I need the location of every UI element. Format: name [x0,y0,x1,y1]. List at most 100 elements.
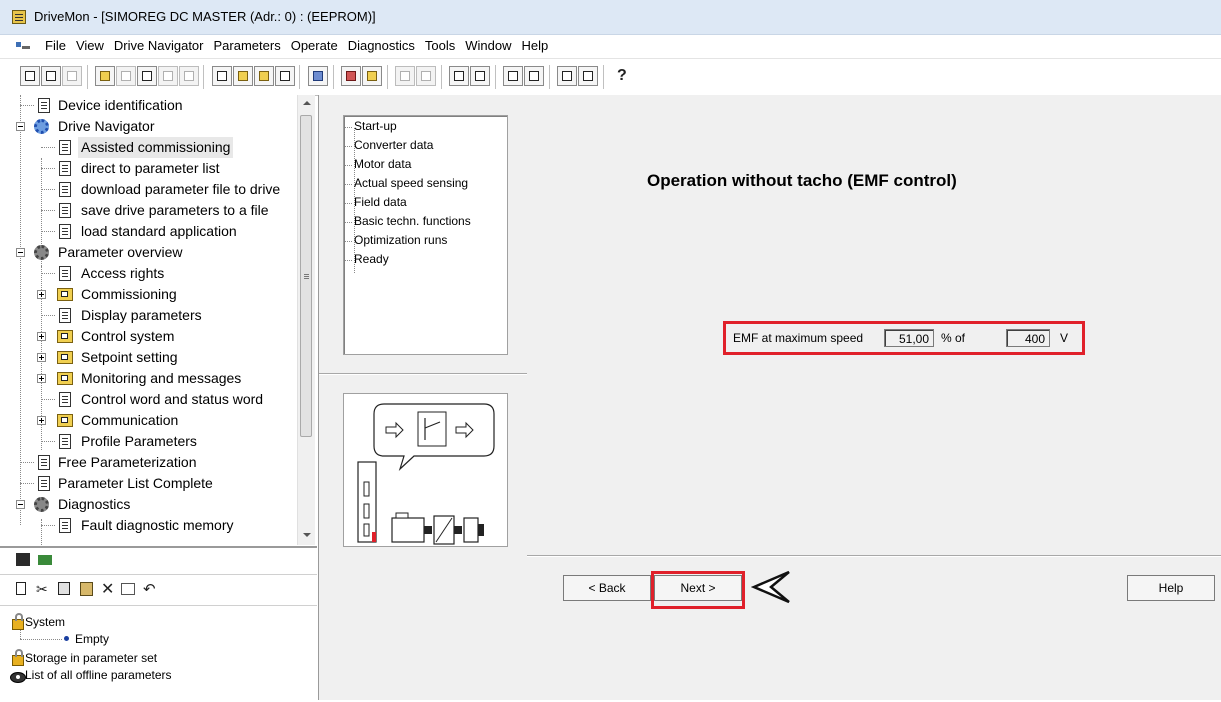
drive-navigator-icon[interactable] [308,66,328,86]
voltage-input[interactable]: 400 [1006,329,1050,347]
next-button[interactable]: Next > [654,575,742,601]
copy-icon[interactable] [62,66,82,86]
bulb-icon[interactable] [212,66,232,86]
tree-item-diagnostics[interactable]: Diagnostics [0,494,296,515]
step-ready[interactable]: Ready [345,252,389,266]
back-button[interactable]: < Back [563,575,651,601]
load-from-drive-icon[interactable] [38,555,52,565]
tile-windows-icon[interactable] [557,66,577,86]
mdi-child-icon[interactable] [16,40,32,52]
tree-item-parameter-list-complete[interactable]: Parameter List Complete [0,473,296,494]
tree-item-assisted-commissioning[interactable]: Assisted commissioning [0,137,296,158]
menu-diagnostics[interactable]: Diagnostics [348,38,422,53]
navigation-tree: Device identification Drive Navigator As… [0,95,315,545]
offline-item-system[interactable]: System [25,615,65,629]
expand-icon[interactable] [37,353,46,362]
expand-icon[interactable] [37,290,46,299]
expand-icon[interactable] [37,332,46,341]
trace-icon[interactable] [341,66,361,86]
menu-file[interactable]: File [45,38,73,53]
rename-icon[interactable] [121,583,135,595]
tree-item-download-parameter-file[interactable]: download parameter file to drive [0,179,296,200]
online-ram-icon[interactable] [233,66,253,86]
step-motor-data[interactable]: Motor data [344,157,411,171]
bus-icon[interactable] [503,66,523,86]
open-folder-icon[interactable] [95,66,115,86]
document-icon [38,98,50,113]
menu-tools[interactable]: Tools [425,38,462,53]
tree-item-setpoint-setting[interactable]: Setpoint setting [0,347,296,368]
menu-window[interactable]: Window [465,38,518,53]
step-basic-techn-functions[interactable]: Basic techn. functions [345,214,471,228]
properties-icon[interactable] [137,66,157,86]
step-converter-data[interactable]: Converter data [344,138,433,152]
maximize-window-icon[interactable] [578,66,598,86]
delete-icon[interactable]: ✕ [101,579,114,599]
step-field-data[interactable]: Field data [345,195,407,209]
scroll-thumb[interactable] [300,115,312,437]
print-preview-icon[interactable] [158,66,178,86]
tree-item-access-rights[interactable]: Access rights [0,263,296,284]
tree-item-monitoring-and-messages[interactable]: Monitoring and messages [0,368,296,389]
offline-item-storage[interactable]: Storage in parameter set [25,651,157,665]
offline-item-list-all[interactable]: List of all offline parameters [25,668,172,682]
tree-scrollbar[interactable] [297,95,315,545]
upload-icon[interactable] [395,66,415,86]
step-actual-speed-sensing[interactable]: Actual speed sensing [344,176,468,190]
menu-drive-navigator[interactable]: Drive Navigator [114,38,211,53]
scroll-down-icon[interactable] [303,533,311,537]
emf-percent-input[interactable]: 51,00 [884,329,934,347]
step-start-up[interactable]: Start-up [345,119,397,133]
document-icon [59,518,71,533]
collapse-icon[interactable] [16,500,25,509]
lock-icon [12,649,24,666]
tree-item-drive-navigator[interactable]: Drive Navigator [0,116,296,137]
offline-icon[interactable] [275,66,295,86]
cut-icon[interactable]: ✂ [36,581,48,598]
wizard-main-panel: Operation without tacho (EMF control) EM… [527,95,1221,700]
help-question-icon[interactable]: ? [612,66,632,86]
save-icon[interactable] [116,66,136,86]
tree-item-display-parameters[interactable]: Display parameters [0,305,296,326]
scroll-up-icon[interactable] [303,101,311,105]
new-document-icon[interactable] [41,66,61,86]
help-button[interactable]: Help [1127,575,1215,601]
tree-item-parameter-overview[interactable]: Parameter overview [0,242,296,263]
step-optimization-runs[interactable]: Optimization runs [344,233,447,247]
paste-icon[interactable] [80,582,93,596]
tree-item-fault-diagnostic-memory[interactable]: Fault diagnostic memory [0,515,296,536]
tree-item-control-word-status-word[interactable]: Control word and status word [0,389,296,410]
menu-help[interactable]: Help [522,38,556,53]
chart-icon[interactable] [362,66,382,86]
new-icon[interactable] [16,582,26,595]
window-icon[interactable] [470,66,490,86]
save-to-drive-icon[interactable] [16,553,30,566]
tree-item-profile-parameters[interactable]: Profile Parameters [0,431,296,452]
undo-icon[interactable]: ↶ [143,580,156,598]
tree-item-direct-to-parameter-list[interactable]: direct to parameter list [0,158,296,179]
tree-item-free-parameterization[interactable]: Free Parameterization [0,452,296,473]
tree-item-device-identification[interactable]: Device identification [0,95,296,116]
offline-panel: ✂ ✕ ↶ System Empty Storage in parameter … [0,546,317,702]
print-setup-icon[interactable] [179,66,199,86]
expand-icon[interactable] [37,374,46,383]
tree-item-load-standard-application[interactable]: load standard application [0,221,296,242]
menu-view[interactable]: View [76,38,111,53]
tree-item-control-system[interactable]: Control system [0,326,296,347]
table-icon[interactable] [449,66,469,86]
print-icon[interactable] [20,66,40,86]
offline-toolbar-1 [0,548,317,575]
collapse-icon[interactable] [16,248,25,257]
offline-item-empty[interactable]: Empty [75,632,109,646]
menu-parameters[interactable]: Parameters [214,38,288,53]
menu-operate[interactable]: Operate [291,38,345,53]
tree-item-save-drive-parameters[interactable]: save drive parameters to a file [0,200,296,221]
bus-config-icon[interactable] [524,66,544,86]
copy-icon[interactable] [58,582,70,595]
expand-icon[interactable] [37,416,46,425]
collapse-icon[interactable] [16,122,25,131]
download-icon[interactable] [416,66,436,86]
tree-item-commissioning[interactable]: Commissioning [0,284,296,305]
online-eeprom-icon[interactable] [254,66,274,86]
tree-item-communication[interactable]: Communication [0,410,296,431]
